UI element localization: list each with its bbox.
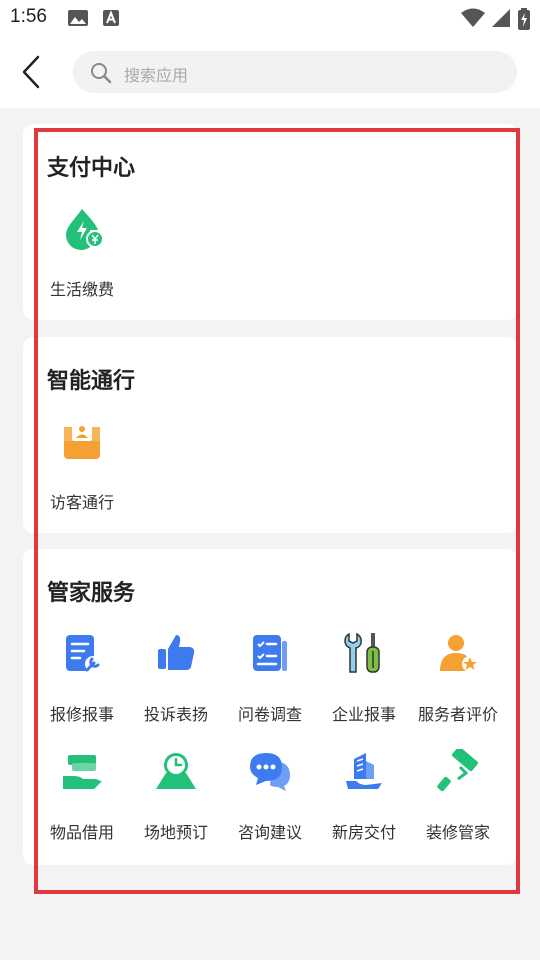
item-life-payment[interactable]: 生活缴费 — [35, 206, 129, 306]
venue-clock-icon — [156, 753, 196, 789]
search-input[interactable]: 搜索应用 — [73, 51, 517, 93]
search-placeholder: 搜索应用 — [124, 66, 189, 85]
tools-icon — [344, 632, 380, 673]
item-repair-report[interactable]: 报修报事 — [35, 631, 129, 731]
section-title: 智能通行 — [47, 369, 136, 394]
item-label: 投诉表扬 — [143, 705, 208, 724]
item-label: 企业报事 — [331, 705, 396, 724]
item-borrow[interactable]: 物品借用 — [35, 749, 129, 849]
a-notification-icon — [103, 10, 119, 26]
item-new-house-delivery[interactable]: 新房交付 — [317, 749, 411, 849]
item-label: 物品借用 — [49, 823, 114, 842]
status-bar: 1:56 — [0, 0, 540, 36]
item-label: 报修报事 — [49, 705, 114, 724]
item-label: 场地预订 — [143, 823, 208, 842]
thumbs-up-icon — [158, 635, 195, 670]
survey-checklist-icon — [253, 635, 287, 671]
visitor-pass-icon — [64, 423, 100, 459]
item-enterprise-report[interactable]: 企业报事 — [317, 631, 411, 731]
payment-drop-icon — [66, 209, 104, 250]
item-survey[interactable]: 问卷调查 — [223, 631, 317, 731]
section-title: 支付中心 — [47, 156, 136, 181]
section-title: 管家服务 — [47, 581, 136, 606]
section-butler-service: 管家服务 报修报事 投诉表扬 问卷调查 企业报事 服务者评价 物品借用 场地预订… — [23, 549, 517, 865]
item-label: 生活缴费 — [49, 280, 114, 299]
item-label: 咨询建议 — [237, 823, 302, 842]
repair-report-icon — [66, 635, 101, 672]
section-payment-center: 支付中心 生活缴费 — [23, 124, 517, 320]
item-decoration-butler[interactable]: 装修管家 — [411, 749, 505, 849]
battery-icon — [518, 8, 530, 30]
section-smart-access: 智能通行 访客通行 — [23, 337, 517, 533]
item-label: 访客通行 — [49, 493, 114, 512]
item-label: 问卷调查 — [237, 705, 302, 724]
chat-bubbles-icon — [250, 753, 290, 791]
image-notification-icon — [68, 10, 88, 26]
back-arrow-icon[interactable] — [16, 54, 48, 90]
top-bar: 搜索应用 — [0, 36, 540, 108]
search-icon — [91, 63, 112, 84]
item-complaint-praise[interactable]: 投诉表扬 — [129, 631, 223, 731]
building-hand-icon — [346, 753, 382, 789]
item-visitor-pass[interactable]: 访客通行 — [35, 419, 129, 519]
item-label: 新房交付 — [331, 823, 396, 842]
item-label: 服务者评价 — [417, 705, 498, 724]
person-star-icon — [440, 635, 478, 672]
hand-borrow-icon — [63, 755, 102, 789]
status-time: 1:56 — [10, 6, 47, 27]
signal-icon — [492, 9, 510, 27]
item-venue-booking[interactable]: 场地预订 — [129, 749, 223, 849]
wifi-icon — [461, 8, 485, 27]
item-provider-rating[interactable]: 服务者评价 — [411, 631, 505, 731]
item-consult-suggest[interactable]: 咨询建议 — [223, 749, 317, 849]
item-label: 装修管家 — [425, 823, 490, 842]
paint-roller-icon — [437, 749, 478, 792]
